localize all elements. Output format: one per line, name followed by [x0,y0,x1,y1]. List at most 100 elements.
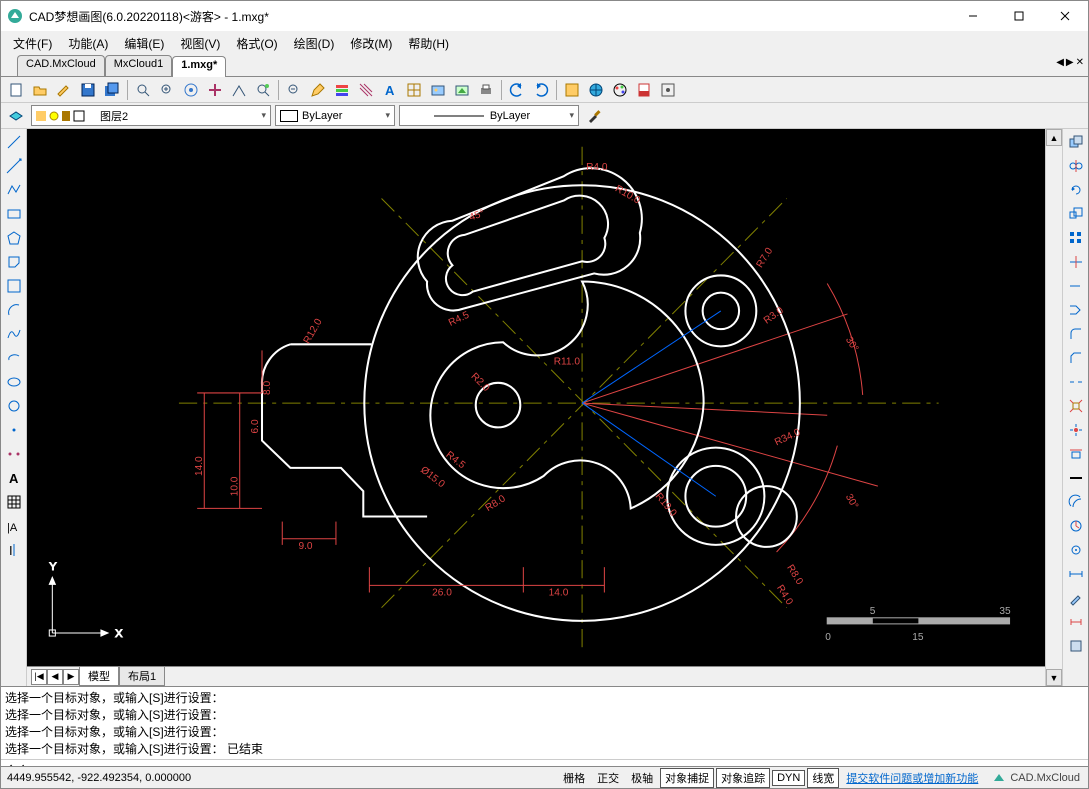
ellipse-arc-icon[interactable] [3,347,25,369]
vertical-scrollbar[interactable]: ▲▼ [1045,129,1062,686]
zoom-realtime-icon[interactable] [180,79,202,101]
open-icon[interactable] [29,79,51,101]
maximize-button[interactable] [996,1,1042,31]
zoom-out-icon[interactable] [252,79,274,101]
layout-first-icon[interactable]: |◀ [31,669,47,685]
menu-file[interactable]: 文件(F) [5,33,60,54]
rect-icon[interactable] [3,203,25,225]
divide-icon[interactable] [1065,539,1087,561]
annotate-icon[interactable] [53,79,75,101]
menu-format[interactable]: 格式(O) [228,33,285,54]
chamfer-icon[interactable] [1065,347,1087,369]
dimension-icon[interactable] [1065,611,1087,633]
status-osnap[interactable]: 对象捕捉 [660,768,714,788]
export-img-icon[interactable] [427,79,449,101]
eyedrop-icon[interactable] [1065,587,1087,609]
linetype-combo[interactable]: ByLayer [399,105,579,126]
status-grid[interactable]: 栅格 [558,768,590,788]
xline-icon[interactable] [3,155,25,177]
tab-prev-icon[interactable]: ◀ [1056,57,1064,68]
text-style-icon[interactable]: A [379,79,401,101]
mtext-icon[interactable]: |A [3,515,25,537]
save-icon[interactable] [77,79,99,101]
table-icon[interactable] [403,79,425,101]
boundary-icon[interactable] [3,251,25,273]
move-icon[interactable] [1065,419,1087,441]
polygon-icon[interactable] [3,227,25,249]
layout-tab-1[interactable]: 布局1 [119,667,165,686]
status-lwt[interactable]: 线宽 [807,768,839,788]
status-otrack[interactable]: 对象追踪 [716,768,770,788]
tab-next-icon[interactable]: ▶ [1066,57,1074,68]
explode-icon[interactable] [1065,395,1087,417]
measure-icon[interactable] [1065,563,1087,585]
edit-pencil-icon[interactable] [307,79,329,101]
pdf-icon[interactable] [633,79,655,101]
align-icon[interactable] [1065,443,1087,465]
print-icon[interactable] [475,79,497,101]
export-dxf-icon[interactable] [451,79,473,101]
point-multi-icon[interactable] [3,443,25,465]
layer-combo[interactable]: 图层2 [31,105,271,126]
array-icon[interactable] [1065,227,1087,249]
menu-edit[interactable]: 编辑(E) [116,33,172,54]
status-dyn[interactable]: DYN [772,770,805,786]
zoom-in-icon[interactable] [228,79,250,101]
menu-view[interactable]: 视图(V) [172,33,228,54]
stretch-icon[interactable] [1065,299,1087,321]
line-icon[interactable] [3,131,25,153]
pan-icon[interactable] [204,79,226,101]
menu-help[interactable]: 帮助(H) [400,33,457,54]
status-polar[interactable]: 极轴 [626,768,658,788]
feedback-link[interactable]: 提交软件问题或增加新功能 [840,770,984,786]
layout-prev-icon[interactable]: ◀ [47,669,63,685]
select-icon[interactable] [283,79,305,101]
save-all-icon[interactable] [101,79,123,101]
ellipse-icon[interactable] [3,371,25,393]
color-combo[interactable]: ByLayer [275,105,395,126]
block-icon[interactable]: I [3,539,25,561]
redo-icon[interactable] [530,79,552,101]
brush-icon[interactable] [583,105,605,127]
minimize-button[interactable] [950,1,996,31]
status-ortho[interactable]: 正交 [592,768,624,788]
copy-icon[interactable] [1065,131,1087,153]
settings-icon[interactable] [657,79,679,101]
rotate-icon[interactable] [1065,179,1087,201]
trim-icon[interactable] [1065,251,1087,273]
drawing-canvas[interactable]: R4.0 R10.0 R7.0 R3.0 30° R34.0 30° R19.0… [27,129,1045,666]
mirror-icon[interactable] [1065,155,1087,177]
close-button[interactable] [1042,1,1088,31]
revcloud-icon[interactable] [1065,635,1087,657]
fillet-icon[interactable] [1065,323,1087,345]
layout-tab-model[interactable]: 模型 [79,667,119,686]
menu-modify[interactable]: 修改(M) [342,33,400,54]
doc-tab-0[interactable]: CAD.MxCloud [17,55,105,76]
menu-function[interactable]: 功能(A) [60,33,116,54]
circle-icon[interactable] [3,395,25,417]
tab-close-icon[interactable]: ✕ [1076,57,1084,68]
browser-icon[interactable] [561,79,583,101]
spline-icon[interactable] [3,323,25,345]
polyline-icon[interactable] [3,179,25,201]
rectangle2-icon[interactable] [3,275,25,297]
doc-tab-2[interactable]: 1.mxg* [172,56,226,77]
text-icon[interactable]: A [3,467,25,489]
layer-states-icon[interactable] [5,105,27,127]
arc-icon[interactable] [3,299,25,321]
offset-icon[interactable] [1065,491,1087,513]
point-icon[interactable] [3,419,25,441]
extend-icon[interactable] [1065,275,1087,297]
lengthen-icon[interactable] [1065,515,1087,537]
globe-icon[interactable] [585,79,607,101]
palette-icon[interactable] [609,79,631,101]
table-grid-icon[interactable] [3,491,25,513]
offset-sep-icon[interactable] [1065,467,1087,489]
layout-next-icon[interactable]: ▶ [63,669,79,685]
hatch-edit-icon[interactable] [355,79,377,101]
layers-icon[interactable] [331,79,353,101]
new-icon[interactable] [5,79,27,101]
zoom-extents-icon[interactable] [156,79,178,101]
scale-icon[interactable] [1065,203,1087,225]
menu-draw[interactable]: 绘图(D) [286,33,343,54]
